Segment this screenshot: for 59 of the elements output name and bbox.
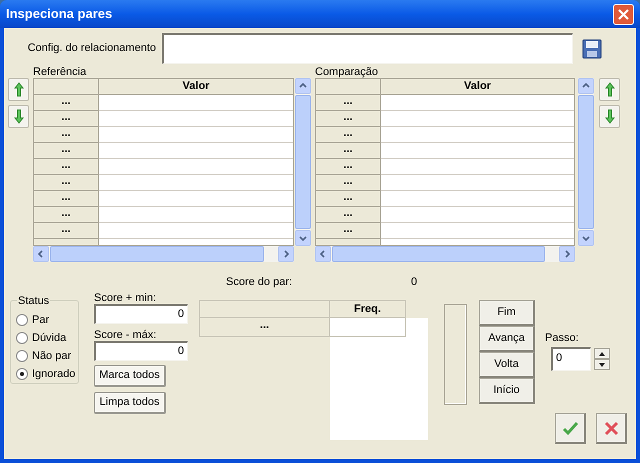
- grid-label: Comparação: [315, 66, 379, 78]
- spin-down-button[interactable]: [594, 359, 610, 370]
- field-label: Score - máx:: [94, 329, 158, 341]
- close-icon: [604, 420, 618, 436]
- score-label: Score do par:: [226, 275, 292, 288]
- radio-button[interactable]: Par: [16, 313, 78, 327]
- nav-button[interactable]: Avança: [479, 326, 535, 352]
- scroll-button[interactable]: [578, 230, 594, 246]
- nav-button[interactable]: Volta: [479, 352, 535, 378]
- grid-label: Referência: [33, 66, 88, 78]
- spin-field[interactable]: 0: [551, 347, 591, 371]
- radio-button[interactable]: Não par: [16, 349, 78, 363]
- field-label: Score + min:: [94, 292, 158, 304]
- scroll-button[interactable]: [278, 246, 294, 262]
- radio-button[interactable]: Dúvida: [16, 331, 78, 345]
- cancel-button[interactable]: [596, 413, 627, 444]
- nav-button[interactable]: Início: [479, 378, 535, 404]
- radio-label: Não par: [32, 348, 72, 364]
- down-triangle-icon: [599, 362, 605, 366]
- ok-button[interactable]: [555, 413, 586, 444]
- scroll-button[interactable]: [559, 246, 575, 262]
- up-arrow-icon: [14, 82, 24, 97]
- action-button[interactable]: Limpa todos: [94, 392, 166, 414]
- scroll-thumb[interactable]: [578, 95, 594, 229]
- scroll-button[interactable]: [295, 230, 311, 246]
- up-triangle-icon: [599, 352, 605, 356]
- radio-label: Dúvida: [32, 330, 66, 346]
- scroll-button[interactable]: [295, 78, 311, 94]
- close-icon: [618, 8, 629, 20]
- score-value: 0: [411, 275, 418, 288]
- down-arrow-icon: [604, 109, 614, 124]
- scroll-button[interactable]: [578, 78, 594, 94]
- scroll-thumb[interactable]: [50, 246, 264, 262]
- move-up-button[interactable]: [8, 78, 29, 101]
- move-up-button[interactable]: [599, 78, 620, 101]
- window-title: Inspeciona pares: [6, 5, 112, 24]
- field-label: Passo:: [545, 332, 580, 345]
- move-down-button[interactable]: [599, 105, 620, 128]
- move-down-button[interactable]: [8, 105, 29, 128]
- radio-label: Par: [32, 312, 50, 328]
- radio-label: Ignorado: [32, 366, 76, 382]
- field-label: Config. do relacionamento: [28, 41, 156, 56]
- scroll-thumb[interactable]: [332, 246, 545, 262]
- input-field[interactable]: 0: [94, 304, 188, 324]
- scroll-button[interactable]: [33, 246, 49, 262]
- up-arrow-icon: [604, 82, 614, 97]
- radio-button[interactable]: Ignorado: [16, 367, 78, 381]
- action-button[interactable]: Marca todos: [94, 365, 166, 387]
- nav-button[interactable]: Fim: [479, 300, 535, 326]
- close-button[interactable]: [613, 4, 634, 24]
- save-button[interactable]: [581, 38, 603, 60]
- config-field[interactable]: [162, 33, 573, 64]
- spin-up-button[interactable]: [594, 348, 610, 359]
- down-arrow-icon: [14, 109, 24, 124]
- scroll-thumb[interactable]: [295, 95, 311, 229]
- scroll-button[interactable]: [315, 246, 331, 262]
- checkmark-icon: [562, 420, 578, 436]
- input-field[interactable]: 0: [94, 341, 188, 361]
- row-header[interactable]: ...: [199, 318, 330, 337]
